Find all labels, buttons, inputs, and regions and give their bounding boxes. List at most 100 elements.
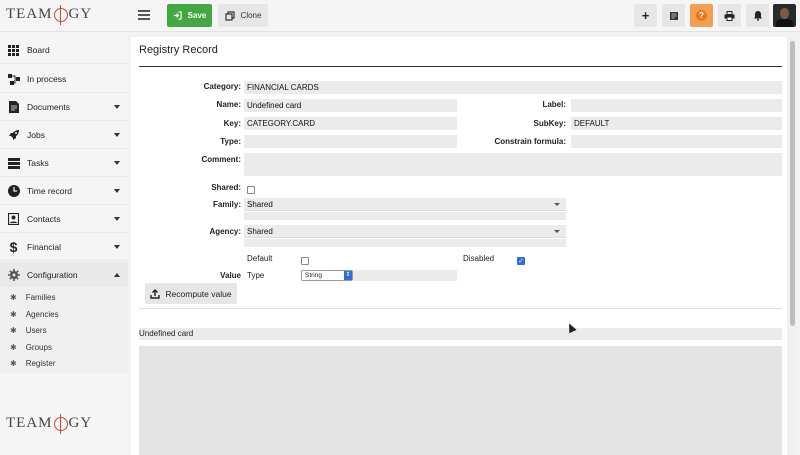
sidebar-subitem-users[interactable]: ✱ Users [0,322,128,338]
constrain-formula-field[interactable] [571,135,782,148]
print-button[interactable] [718,4,741,27]
dropdown-arrow-icon [554,203,560,206]
flow-icon [7,73,20,86]
sidebar: Board In process Documents Jobs Tasks Ti… [0,32,128,455]
notes-icon [669,11,678,20]
preview-area [139,346,782,455]
top-bar: TEAM GY Save Clone + ? [0,0,800,32]
value-type-selected: String [305,272,322,279]
configuration-submenu: ✱ Families ✱ Agencies ✱ Users ✱ Groups ✱ Regi… [0,287,128,373]
notifications-button[interactable] [746,4,769,27]
plus-icon: + [641,8,650,23]
scrollbar-thumb[interactable] [790,41,795,326]
dollar-icon: $ [9,239,18,255]
value-label: Value [220,271,241,280]
main-panel: Registry Record Category: FINANCIAL CARD… [131,37,787,455]
family-value: Shared [247,200,273,209]
category-field[interactable]: FINANCIAL CARDS [244,81,782,94]
section-divider [139,308,782,309]
key-field[interactable]: CATEGORY.CARD [244,117,457,130]
key-label: Key: [223,119,241,128]
chevron-down-icon [114,161,120,165]
clock-icon [7,185,20,198]
label-field[interactable] [571,99,782,112]
bell-icon [753,11,762,21]
sidebar-item-in-process[interactable]: In process [0,66,128,93]
subkey-field[interactable]: DEFAULT [571,117,782,130]
footer-logo: TEAM GY [6,413,93,434]
agency-select[interactable]: Shared [244,225,566,238]
shared-label: Shared: [211,183,241,192]
help-button[interactable]: ? [690,4,713,27]
family-secondary-field[interactable] [244,212,566,220]
constrain-formula-label: Constrain formula: [494,137,566,146]
gear-icon [7,269,20,282]
menu-toggle-icon[interactable] [138,10,150,20]
sidebar-item-jobs[interactable]: Jobs [0,122,128,149]
sidebar-subitem-groups[interactable]: ✱ Groups [0,339,128,355]
select-arrows-icon: ⇕ [344,271,352,280]
name-label: Name: [216,100,241,109]
comment-label: Comment: [201,155,241,164]
family-select[interactable]: Shared [244,198,566,211]
contacts-icon [7,213,20,226]
app-logo[interactable]: TEAM GY [6,4,92,25]
type-field[interactable] [244,135,457,148]
save-button[interactable]: Save [167,4,212,27]
disabled-checkbox[interactable]: ✓ [517,257,525,265]
shared-checkbox[interactable] [247,186,255,194]
chevron-up-icon [114,273,120,277]
sidebar-subitem-register[interactable]: ✱ Register [0,355,128,371]
recompute-value-button[interactable]: Recompute value [145,283,237,304]
disabled-label: Disabled [463,254,495,263]
vertical-scrollbar[interactable] [788,37,797,455]
value-input[interactable] [353,270,457,281]
gear-icon: ✱ [10,292,17,302]
comment-field[interactable] [244,153,782,176]
sidebar-subitem-families[interactable]: ✱ Families [0,289,128,305]
subkey-label: SubKey: [533,119,566,128]
family-label: Family: [212,200,241,209]
user-avatar[interactable] [773,4,796,27]
chevron-down-icon [114,133,120,137]
sidebar-item-time-record[interactable]: Time record [0,178,128,205]
title-divider [139,66,782,67]
printer-icon [724,10,735,21]
sidebar-item-configuration[interactable]: Configuration [0,262,128,289]
value-type-select[interactable]: String ⇕ [301,270,353,281]
gear-icon: ✱ [10,342,17,352]
agency-secondary-field[interactable] [244,239,566,247]
page-title: Registry Record [139,44,218,56]
preview-title: Undefined card [139,328,782,340]
sidebar-item-tasks[interactable]: Tasks [0,150,128,177]
type-label: Type: [220,137,241,146]
gear-icon: ✱ [10,309,17,319]
rocket-icon [7,129,20,142]
chevron-down-icon [114,105,120,109]
help-icon: ? [696,10,707,21]
sidebar-item-documents[interactable]: Documents [0,94,128,121]
add-button[interactable]: + [634,4,657,27]
tasks-icon [7,157,20,170]
sidebar-subitem-agencies[interactable]: ✱ Agencies [0,306,128,322]
sidebar-item-contacts[interactable]: Contacts [0,206,128,233]
default-label: Default [247,254,273,263]
sidebar-item-financial[interactable]: $ Financial [0,234,128,261]
category-label: Category: [203,82,241,91]
gear-icon: ✱ [10,358,17,368]
name-field[interactable]: Undefined card [244,99,457,112]
label-label: Label: [542,100,566,109]
chevron-down-icon [114,189,120,193]
chevron-down-icon [114,217,120,221]
sidebar-item-board[interactable]: Board [0,37,128,64]
upload-icon [150,288,161,299]
save-label: Save [187,11,207,20]
default-checkbox[interactable] [301,257,309,265]
copy-icon [224,10,235,21]
value-type-label: Type [247,271,265,280]
notes-button[interactable] [662,4,685,27]
clone-label: Clone [240,11,262,20]
clone-button[interactable]: Clone [218,4,268,27]
recompute-label: Recompute value [165,288,232,299]
dropdown-arrow-icon [554,230,560,233]
